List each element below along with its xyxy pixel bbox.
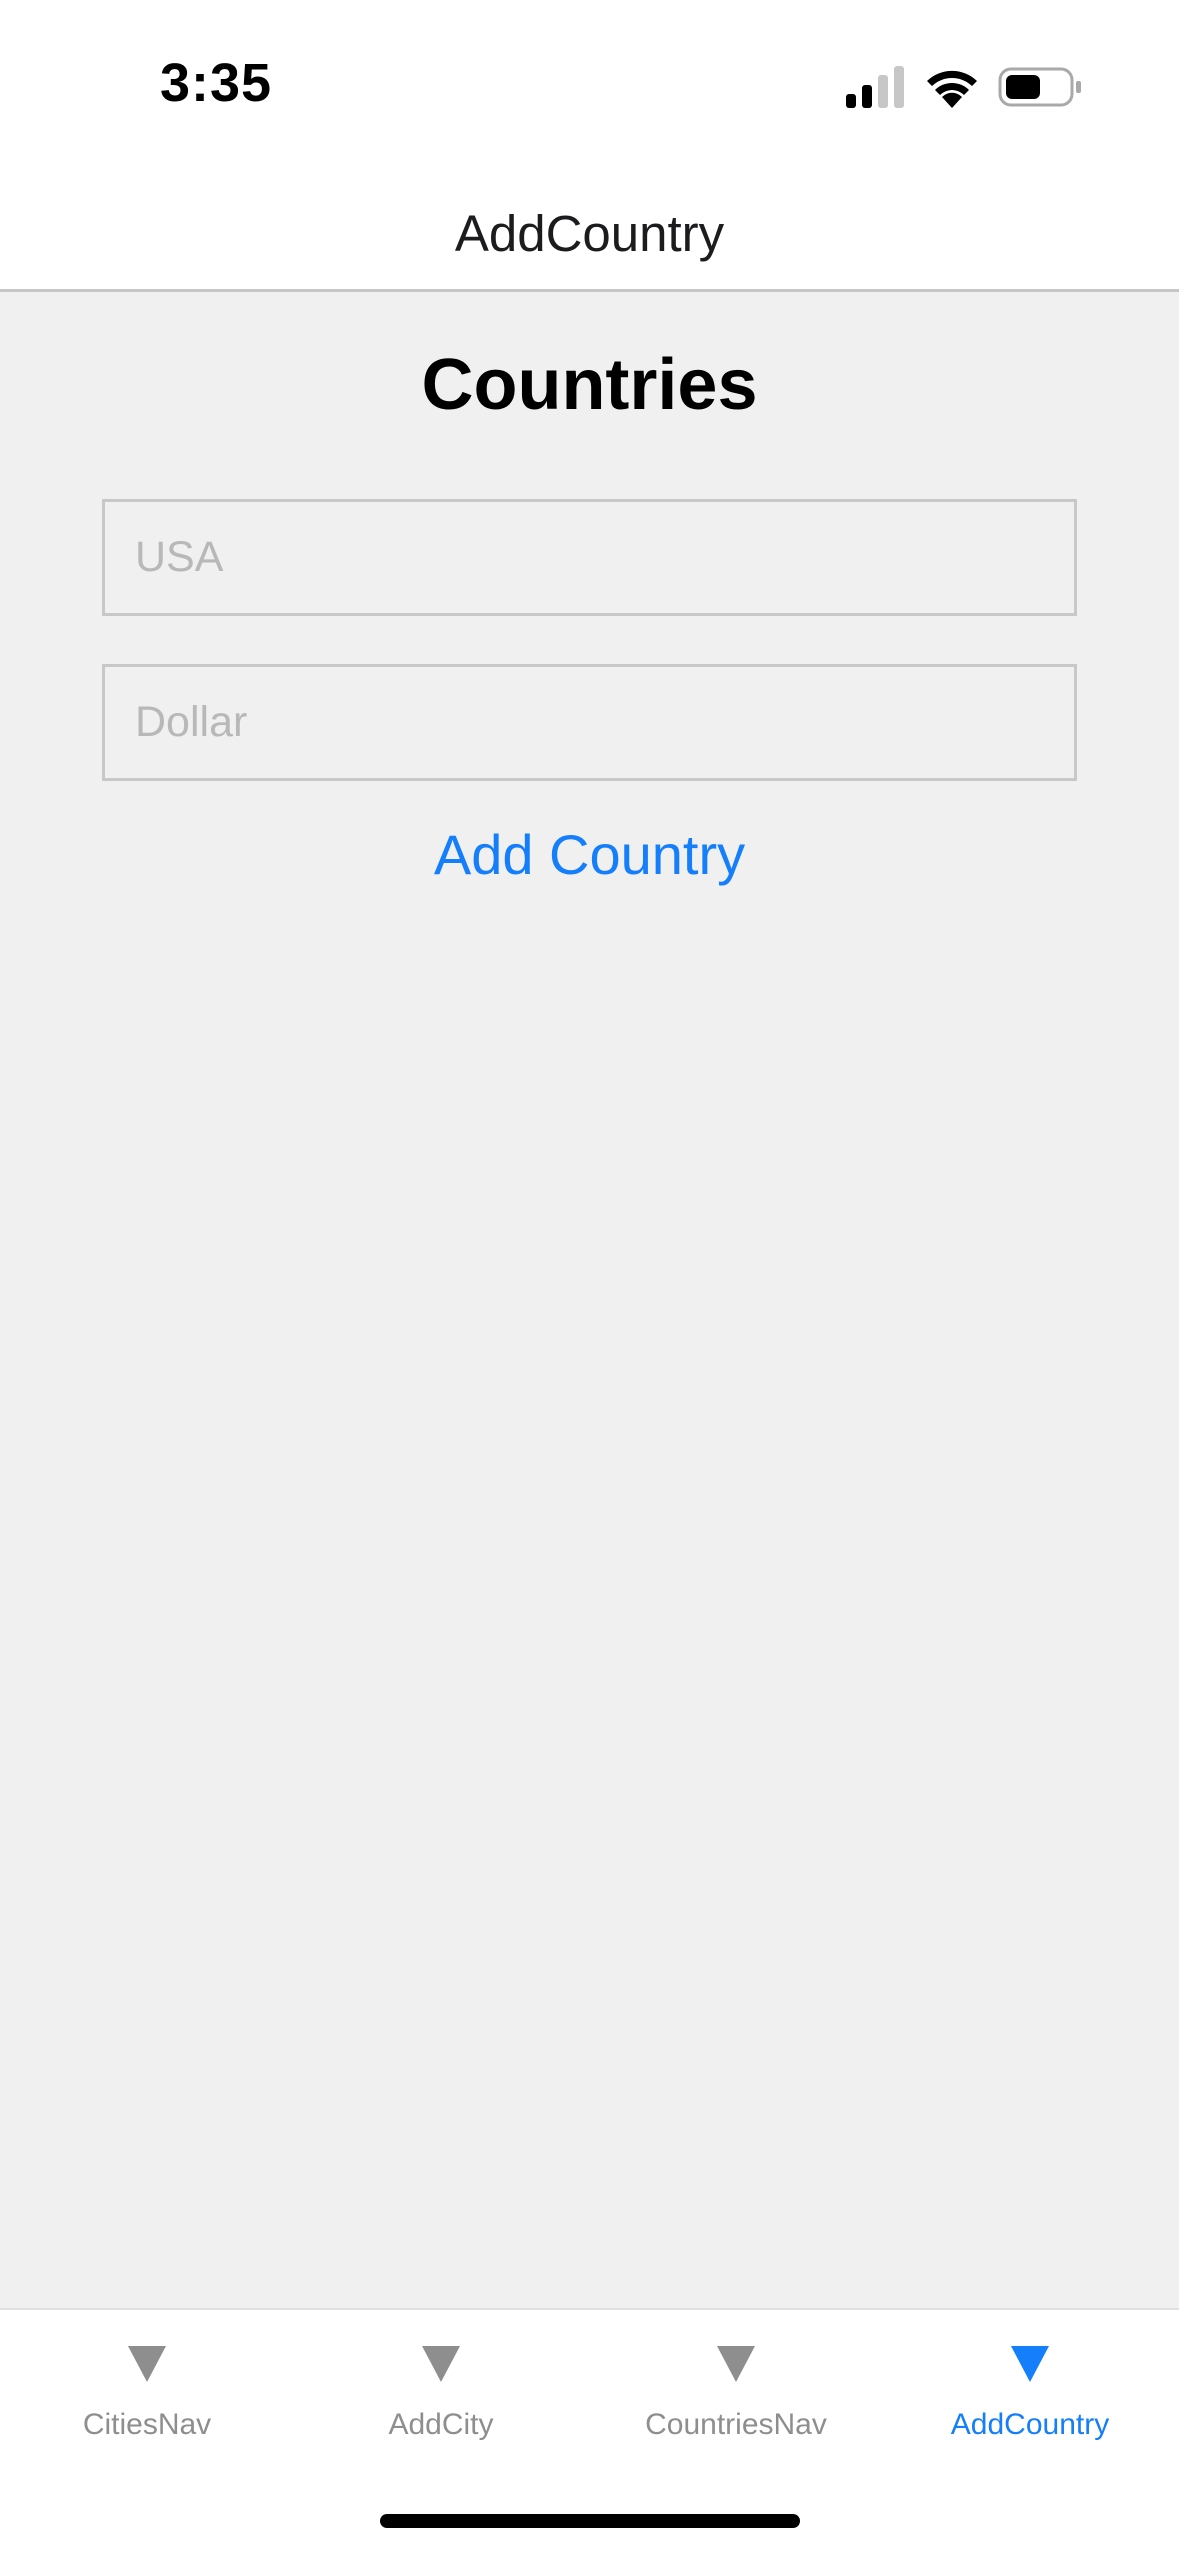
tab-label: CitiesNav	[82, 2408, 212, 2441]
triangle-down-icon	[128, 2346, 166, 2382]
battery-icon	[998, 67, 1081, 107]
tab-label: AddCity	[388, 2408, 494, 2441]
add-country-button[interactable]: Add Country	[0, 822, 1179, 887]
tab-countries-nav[interactable]: CountriesNav	[589, 2310, 883, 2460]
wifi-icon	[927, 70, 977, 108]
tab-label: AddCountry	[950, 2408, 1110, 2441]
tab-label: CountriesNav	[645, 2408, 827, 2441]
tab-cities-nav[interactable]: CitiesNav	[0, 2310, 294, 2460]
status-bar: 3:35	[0, 0, 1179, 160]
triangle-down-icon	[1011, 2346, 1049, 2382]
home-indicator	[380, 2514, 800, 2528]
navigation-bar: AddCountry	[0, 160, 1179, 292]
tab-add-city[interactable]: AddCity	[294, 2310, 588, 2460]
page-heading: Countries	[421, 345, 758, 425]
triangle-down-icon	[422, 2346, 460, 2382]
triangle-down-icon	[717, 2346, 755, 2382]
tab-add-country[interactable]: AddCountry	[883, 2310, 1177, 2460]
nav-title: AddCountry	[454, 205, 725, 262]
signal-icon	[846, 66, 904, 108]
main-content: Countries Add Country	[0, 292, 1179, 2308]
currency-input[interactable]	[102, 664, 1077, 781]
country-name-input[interactable]	[102, 499, 1077, 616]
status-time: 3:35	[160, 53, 273, 113]
